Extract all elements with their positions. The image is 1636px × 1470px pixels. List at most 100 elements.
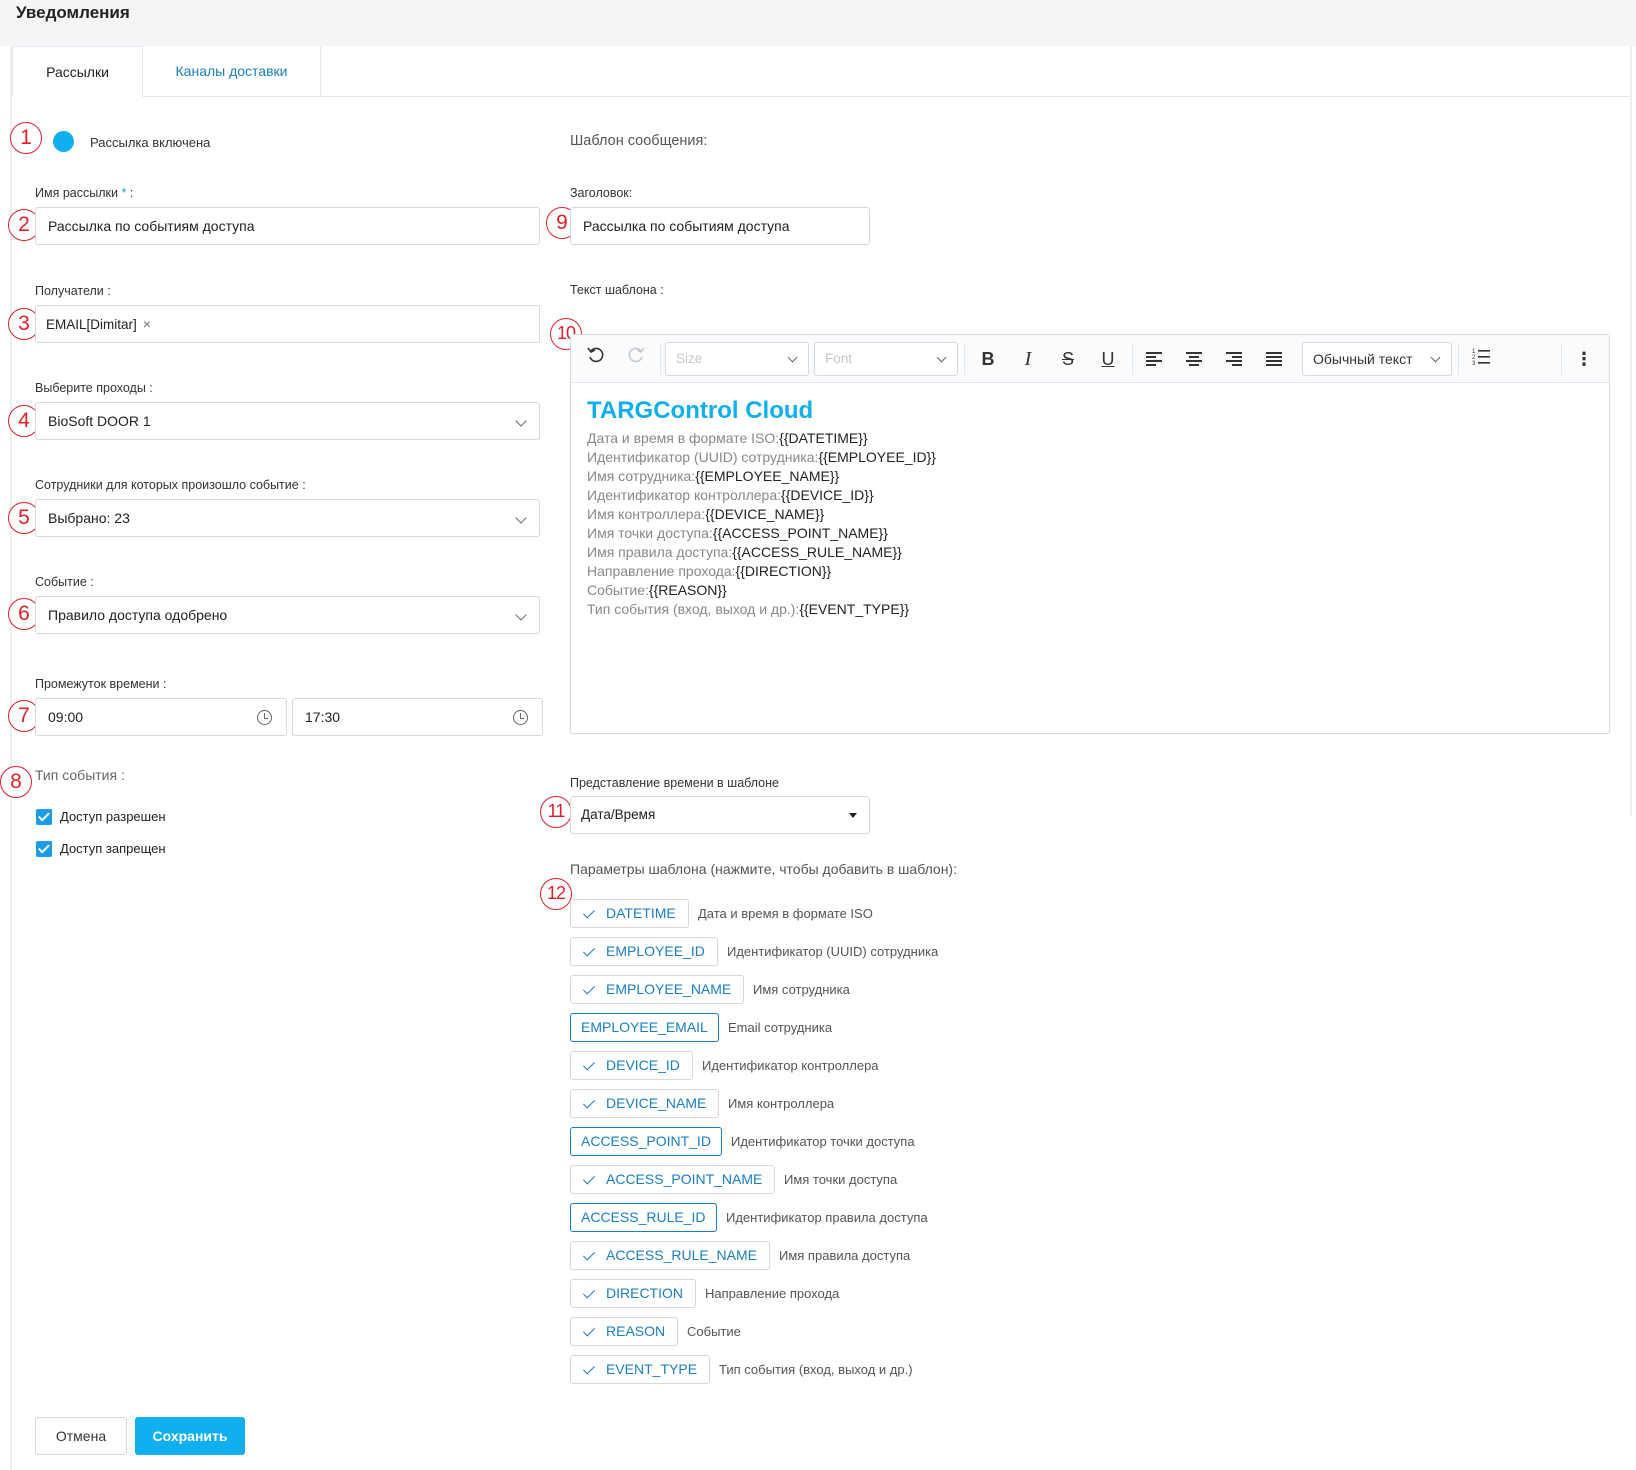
recipients-input[interactable]: EMAIL[Dimitar] ×: [35, 305, 540, 343]
editor-line-placeholder: {{DEVICE_ID}}: [781, 487, 874, 503]
editor-line: Имя точки доступа:{{ACCESS_POINT_NAME}}: [587, 524, 1593, 543]
save-button[interactable]: Сохранить: [135, 1417, 245, 1455]
marker-11: 11: [540, 796, 572, 828]
param-button-access-rule-id[interactable]: ACCESS_RULE_ID: [570, 1203, 717, 1232]
editor-line: Дата и время в формате ISO:{{DATETIME}}: [587, 429, 1593, 448]
font-size-placeholder: Size: [676, 351, 703, 366]
tab-mailings[interactable]: Рассылки: [12, 46, 143, 97]
editor-line: Тип события (вход, выход и др.):{{EVENT_…: [587, 600, 1593, 619]
mailing-name-input[interactable]: Рассылка по событиям доступа: [35, 207, 540, 245]
params-title: Параметры шаблона (нажмите, чтобы добави…: [570, 861, 957, 877]
recipients-label: Получатели :: [35, 284, 111, 298]
clock-icon[interactable]: [513, 710, 528, 725]
param-button-reason[interactable]: REASON: [570, 1317, 679, 1346]
checkbox-access-denied[interactable]: [36, 841, 52, 857]
toolbar-divider: [660, 343, 661, 375]
employees-label: Сотрудники для которых произошло событие…: [35, 478, 306, 492]
param-key: EMPLOYEE_NAME: [606, 981, 732, 997]
param-button-direction[interactable]: DIRECTION: [570, 1279, 696, 1308]
check-icon: [582, 982, 596, 995]
heading-input[interactable]: Рассылка по событиям доступа: [570, 207, 870, 245]
clock-icon[interactable]: [257, 710, 272, 725]
time-format-value: Дата/Время: [581, 807, 656, 822]
chevron-down-icon: [515, 512, 527, 524]
editor-line-label: Имя правила доступа:: [587, 544, 733, 560]
strikethrough-button[interactable]: S: [1053, 343, 1083, 375]
param-button-employee-email[interactable]: EMPLOYEE_EMAIL: [570, 1013, 719, 1042]
param-button-event-type[interactable]: EVENT_TYPE: [570, 1355, 711, 1384]
time-format-select[interactable]: Дата/Время: [570, 796, 870, 834]
checkbox-access-granted[interactable]: [36, 809, 52, 825]
access-granted-label: Доступ разрешен: [60, 809, 166, 824]
align-right-icon[interactable]: [1226, 352, 1242, 366]
font-family-select[interactable]: Font: [814, 342, 958, 376]
cancel-button[interactable]: Отмена: [35, 1417, 127, 1455]
editor-line: Имя правила доступа:{{ACCESS_RULE_NAME}}: [587, 543, 1593, 562]
ordered-list-icon[interactable]: 123: [1466, 343, 1496, 375]
bold-button[interactable]: B: [973, 343, 1003, 375]
toolbar-divider: [1561, 343, 1562, 375]
editor-line: Имя сотрудника:{{EMPLOYEE_NAME}}: [587, 467, 1593, 486]
event-select[interactable]: Правило доступа одобрено: [35, 596, 540, 634]
param-button-access-point-name[interactable]: ACCESS_POINT_NAME: [570, 1165, 776, 1194]
editor-line-placeholder: {{REASON}}: [648, 582, 727, 598]
editor-heading: TARGControl Cloud: [587, 397, 814, 424]
editor-line-placeholder: {{DATETIME}}: [779, 430, 868, 446]
editor-line: Идентификатор контроллера:{{DEVICE_ID}}: [587, 486, 1593, 505]
heading-value: Рассылка по событиям доступа: [583, 218, 790, 234]
undo-icon[interactable]: [581, 343, 611, 375]
top-bar: [0, 0, 1636, 46]
italic-button[interactable]: I: [1013, 343, 1043, 375]
template-body-label: Текст шаблона :: [570, 283, 664, 297]
remove-chip-icon[interactable]: ×: [143, 316, 151, 332]
param-button-access-point-id[interactable]: ACCESS_POINT_ID: [570, 1127, 722, 1156]
template-editor[interactable]: Size Font B I S U Обычный текст 123 ⋮ TA…: [570, 334, 1610, 734]
param-button-device-name[interactable]: DEVICE_NAME: [570, 1089, 720, 1118]
block-style-value: Обычный текст: [1313, 351, 1413, 367]
time-to-input[interactable]: 17:30: [292, 698, 543, 736]
mailing-enabled-toggle[interactable]: [53, 131, 74, 152]
check-icon: [582, 1248, 596, 1261]
param-description: Идентификатор правила доступа: [726, 1210, 928, 1225]
editor-line-placeholder: {{EMPLOYEE_ID}}: [818, 449, 936, 465]
more-options-icon[interactable]: ⋮: [1569, 343, 1599, 375]
editor-line-placeholder: {{ACCESS_POINT_NAME}}: [712, 525, 888, 541]
param-button-access-rule-name[interactable]: ACCESS_RULE_NAME: [570, 1241, 770, 1270]
block-style-select[interactable]: Обычный текст: [1302, 342, 1452, 376]
align-left-icon[interactable]: [1146, 352, 1162, 366]
align-center-icon[interactable]: [1186, 352, 1202, 366]
tab-bar: Рассылки Каналы доставки: [12, 46, 1630, 97]
time-from-input[interactable]: 09:00: [35, 698, 287, 736]
param-description: Дата и время в формате ISO: [698, 906, 873, 921]
employees-select[interactable]: Выбрано: 23: [35, 499, 540, 537]
param-key: REASON: [606, 1323, 666, 1339]
param-button-datetime[interactable]: DATETIME: [570, 899, 689, 928]
template-section-title: Шаблон сообщения:: [570, 133, 708, 149]
param-description: Идентификатор точки доступа: [731, 1134, 915, 1149]
event-value: Правило доступа одобрено: [48, 607, 228, 623]
caret-down-icon: [849, 813, 857, 818]
param-button-employee-id[interactable]: EMPLOYEE_ID: [570, 937, 718, 966]
param-description: Email сотрудника: [728, 1020, 833, 1035]
check-icon: [582, 1286, 596, 1299]
mailing-name-label: Имя рассылки * :: [35, 186, 134, 200]
param-button-device-id[interactable]: DEVICE_ID: [570, 1051, 693, 1080]
editor-line-placeholder: {{ACCESS_RULE_NAME}}: [732, 544, 902, 560]
redo-icon[interactable]: [621, 343, 651, 375]
editor-line: Событие:{{REASON}}: [587, 581, 1593, 600]
passages-value: BioSoft DOOR 1: [48, 413, 151, 429]
tab-delivery-channels[interactable]: Каналы доставки: [143, 46, 321, 97]
recipient-chip: EMAIL[Dimitar] ×: [46, 316, 151, 332]
align-justify-icon[interactable]: [1266, 352, 1282, 366]
passages-select[interactable]: BioSoft DOOR 1: [35, 402, 540, 440]
editor-line-label: Идентификатор контроллера:: [587, 487, 782, 503]
editor-content[interactable]: TARGControl Cloud Дата и время в формате…: [587, 397, 1593, 619]
underline-button[interactable]: U: [1093, 343, 1123, 375]
editor-line-placeholder: {{EVENT_TYPE}}: [799, 601, 910, 617]
toggle-label: Рассылка включена: [90, 135, 211, 150]
editor-line-label: Имя точки доступа:: [587, 525, 713, 541]
param-description: Направление прохода: [705, 1286, 840, 1301]
chevron-down-icon: [515, 415, 527, 427]
param-button-employee-name[interactable]: EMPLOYEE_NAME: [570, 975, 745, 1004]
font-size-select[interactable]: Size: [665, 342, 809, 376]
